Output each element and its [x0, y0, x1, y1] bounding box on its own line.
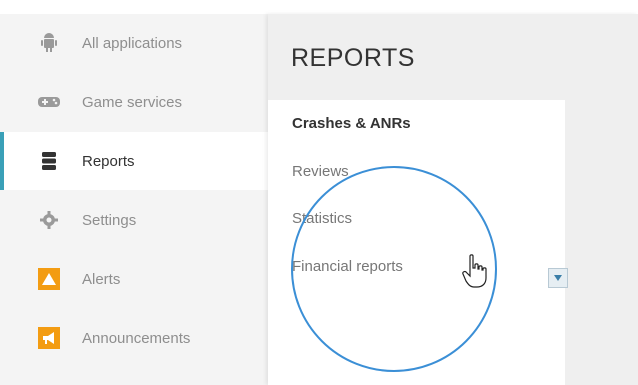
submenu-item-reviews[interactable]: Reviews — [292, 163, 349, 180]
database-icon — [38, 150, 60, 172]
submenu-title: REPORTS — [291, 44, 415, 72]
sidebar-item-label: All applications — [82, 34, 183, 52]
gamepad-icon — [38, 91, 60, 113]
dropdown-button[interactable] — [548, 268, 568, 288]
megaphone-icon — [38, 327, 60, 349]
submenu-item-crashes-anrs[interactable]: Crashes & ANRs — [292, 115, 411, 132]
sidebar-item-settings[interactable]: Settings — [0, 191, 268, 249]
gear-icon — [38, 209, 60, 231]
sidebar-item-label: Settings — [82, 211, 137, 229]
submenu-item-statistics[interactable]: Statistics — [292, 210, 352, 227]
sidebar: All applications Game services Reports S… — [0, 0, 268, 385]
submenu-list — [268, 100, 565, 385]
submenu-item-financial-reports[interactable]: Financial reports — [292, 258, 403, 275]
sidebar-item-all-applications[interactable]: All applications — [0, 14, 268, 72]
top-bar — [0, 0, 638, 14]
chevron-down-icon — [554, 275, 562, 281]
sidebar-item-announcements[interactable]: Announcements — [0, 309, 268, 367]
sidebar-item-label: Reports — [82, 152, 135, 170]
sidebar-item-label: Game services — [82, 93, 183, 111]
reports-submenu: REPORTS — [268, 14, 638, 385]
android-icon — [38, 32, 60, 54]
warning-icon — [38, 268, 60, 290]
sidebar-item-label: Alerts — [82, 270, 121, 288]
sidebar-item-game-services[interactable]: Game services — [0, 73, 268, 131]
sidebar-item-alerts[interactable]: Alerts — [0, 250, 268, 308]
sidebar-item-reports[interactable]: Reports — [0, 132, 268, 190]
sidebar-item-label: Announcements — [82, 329, 191, 347]
